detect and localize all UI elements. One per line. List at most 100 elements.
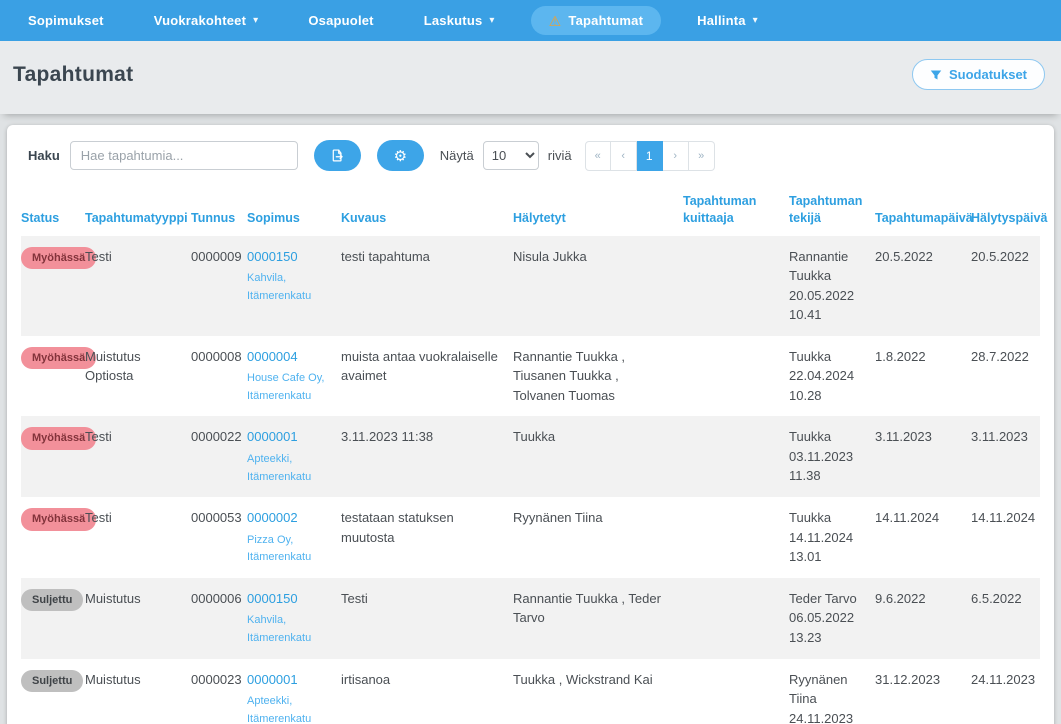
cell-id: 0000053 xyxy=(191,497,247,578)
cell-alerted: Tuukka , Wickstrand Kai xyxy=(513,659,683,724)
nav-item-sopimukset[interactable]: Sopimukset xyxy=(14,6,118,35)
rows-label: riviä xyxy=(548,148,572,163)
cell-event-type: Muistutus xyxy=(85,578,191,659)
filters-button[interactable]: Suodatukset xyxy=(912,59,1045,90)
table-row: Myöhässä Testi 0000053 0000002 Pizza Oy,… xyxy=(21,497,1040,578)
page-title: Tapahtumat xyxy=(13,63,133,87)
contract-subtitle[interactable]: Apteekki,Itämerenkatu xyxy=(247,693,331,724)
cell-event-date: 9.6.2022 xyxy=(875,578,971,659)
nav-item-label: Osapuolet xyxy=(308,13,373,28)
pagination-page-1-button[interactable]: 1 xyxy=(637,141,663,171)
cell-acknowledger xyxy=(683,578,789,659)
cell-alerted: Rannantie Tuukka , Teder Tarvo xyxy=(513,578,683,659)
cell-status: Myöhässä xyxy=(21,336,85,417)
cell-creator: Tuukka 14.11.2024 13.01 xyxy=(789,497,875,578)
nav-item-tapahtumat-active[interactable]: ⚠ Tapahtumat xyxy=(531,6,661,35)
contract-subtitle[interactable]: Pizza Oy,Itämerenkatu xyxy=(247,532,331,567)
nav-item-label: Laskutus xyxy=(424,13,483,28)
pagination-first-button[interactable]: « xyxy=(585,141,611,171)
nav-item-label: Vuokrakohteet xyxy=(154,13,246,28)
cell-contract: 0000002 Pizza Oy,Itämerenkatu xyxy=(247,497,341,578)
cell-acknowledger xyxy=(683,336,789,417)
cell-contract: 0000150 Kahvila,Itämerenkatu xyxy=(247,236,341,336)
table-toolbar: Haku ⚙ Näytä 10 riviä « xyxy=(21,138,1040,183)
column-header-kuvaus[interactable]: Kuvaus xyxy=(341,183,513,236)
cell-alert-date: 3.11.2023 xyxy=(971,416,1040,497)
contract-link[interactable]: 0000001 xyxy=(247,427,298,447)
cell-description: 3.11.2023 11:38 xyxy=(341,416,513,497)
cell-alerted: Ryynänen Tiina xyxy=(513,497,683,578)
cell-alerted: Rannantie Tuukka , Tiusanen Tuukka , Tol… xyxy=(513,336,683,417)
column-header-halytyspaiva[interactable]: Hälytyspäivä xyxy=(971,183,1040,236)
contract-link[interactable]: 0000004 xyxy=(247,347,298,367)
column-header-halytetyt[interactable]: Hälytetyt xyxy=(513,183,683,236)
contract-subtitle[interactable]: Kahvila,Itämerenkatu xyxy=(247,270,331,305)
cell-status: Suljettu xyxy=(21,578,85,659)
contract-link[interactable]: 0000150 xyxy=(247,247,298,267)
export-button[interactable] xyxy=(314,140,361,171)
cell-alert-date: 14.11.2024 xyxy=(971,497,1040,578)
cell-creator: Rannantie Tuukka 20.05.2022 10.41 xyxy=(789,236,875,336)
column-header-tapahtuman-kuittaaja[interactable]: Tapahtuman kuittaaja xyxy=(683,183,789,236)
cell-contract: 0000001 Apteekki,Itämerenkatu xyxy=(247,659,341,724)
cell-event-type: Muistutus Optiosta xyxy=(85,336,191,417)
column-header-status[interactable]: Status xyxy=(21,183,85,236)
column-header-tapahtumapaiva[interactable]: Tapahtumapäivä xyxy=(875,183,971,236)
contract-subtitle[interactable]: House Cafe Oy,Itämerenkatu xyxy=(247,370,331,405)
cell-creator: Tuukka 22.04.2024 10.28 xyxy=(789,336,875,417)
pagination-prev-button[interactable]: ‹ xyxy=(611,141,637,171)
settings-button[interactable]: ⚙ xyxy=(377,140,424,171)
status-badge: Suljettu xyxy=(21,589,83,612)
rows-per-page-select[interactable]: 10 xyxy=(483,141,539,170)
chevron-down-icon: ▾ xyxy=(489,16,494,26)
cell-description: Testi xyxy=(341,578,513,659)
nav-item-label: Tapahtumat xyxy=(568,13,643,28)
cell-status: Myöhässä xyxy=(21,236,85,336)
table-row: Myöhässä Testi 0000022 0000001 Apteekki,… xyxy=(21,416,1040,497)
search-input[interactable] xyxy=(70,141,298,170)
column-header-sopimus[interactable]: Sopimus xyxy=(247,183,341,236)
pagination-last-button[interactable]: » xyxy=(689,141,715,171)
cell-acknowledger xyxy=(683,659,789,724)
column-header-tapahtuman-tekija[interactable]: Tapahtuman tekijä xyxy=(789,183,875,236)
cell-status: Suljettu xyxy=(21,659,85,724)
cell-id: 0000022 xyxy=(191,416,247,497)
cell-event-date: 31.12.2023 xyxy=(875,659,971,724)
cell-description: muista antaa vuokralaiselle avaimet xyxy=(341,336,513,417)
cell-acknowledger xyxy=(683,416,789,497)
pagination-next-button[interactable]: › xyxy=(663,141,689,171)
page: Sopimukset Vuokrakohteet ▾ Osapuolet Las… xyxy=(0,0,1061,724)
contract-link[interactable]: 0000150 xyxy=(247,589,298,609)
cell-event-type: Testi xyxy=(85,497,191,578)
cell-event-type: Testi xyxy=(85,416,191,497)
cell-status: Myöhässä xyxy=(21,416,85,497)
chevron-down-icon: ▾ xyxy=(753,16,758,26)
table-row: Suljettu Muistutus 0000006 0000150 Kahvi… xyxy=(21,578,1040,659)
nav-item-hallinta[interactable]: Hallinta ▾ xyxy=(683,6,772,35)
nav-item-laskutus[interactable]: Laskutus ▾ xyxy=(410,6,509,35)
cell-alerted: Tuukka xyxy=(513,416,683,497)
table-row: Myöhässä Testi 0000009 0000150 Kahvila,I… xyxy=(21,236,1040,336)
contract-link[interactable]: 0000002 xyxy=(247,508,298,528)
nav-item-vuokrakohteet[interactable]: Vuokrakohteet ▾ xyxy=(140,6,273,35)
cell-description: irtisanoa xyxy=(341,659,513,724)
cell-id: 0000008 xyxy=(191,336,247,417)
events-table: Status Tapahtumatyyppi Tunnus Sopimus Ku… xyxy=(21,183,1040,724)
column-header-tapahtumatyyppi[interactable]: Tapahtumatyyppi xyxy=(85,183,191,236)
gear-icon: ⚙ xyxy=(394,147,407,165)
cell-contract: 0000004 House Cafe Oy,Itämerenkatu xyxy=(247,336,341,417)
top-nav: Sopimukset Vuokrakohteet ▾ Osapuolet Las… xyxy=(0,0,1061,41)
cell-acknowledger xyxy=(683,236,789,336)
file-export-icon xyxy=(330,148,345,163)
page-header: Tapahtumat Suodatukset xyxy=(0,41,1061,114)
cell-alert-date: 20.5.2022 xyxy=(971,236,1040,336)
status-badge: Suljettu xyxy=(21,670,83,693)
filters-button-label: Suodatukset xyxy=(949,67,1027,82)
contract-subtitle[interactable]: Kahvila,Itämerenkatu xyxy=(247,612,331,647)
column-header-tunnus[interactable]: Tunnus xyxy=(191,183,247,236)
cell-acknowledger xyxy=(683,497,789,578)
contract-link[interactable]: 0000001 xyxy=(247,670,298,690)
nav-item-osapuolet[interactable]: Osapuolet xyxy=(294,6,387,35)
contract-subtitle[interactable]: Apteekki,Itämerenkatu xyxy=(247,451,331,486)
cell-event-date: 14.11.2024 xyxy=(875,497,971,578)
